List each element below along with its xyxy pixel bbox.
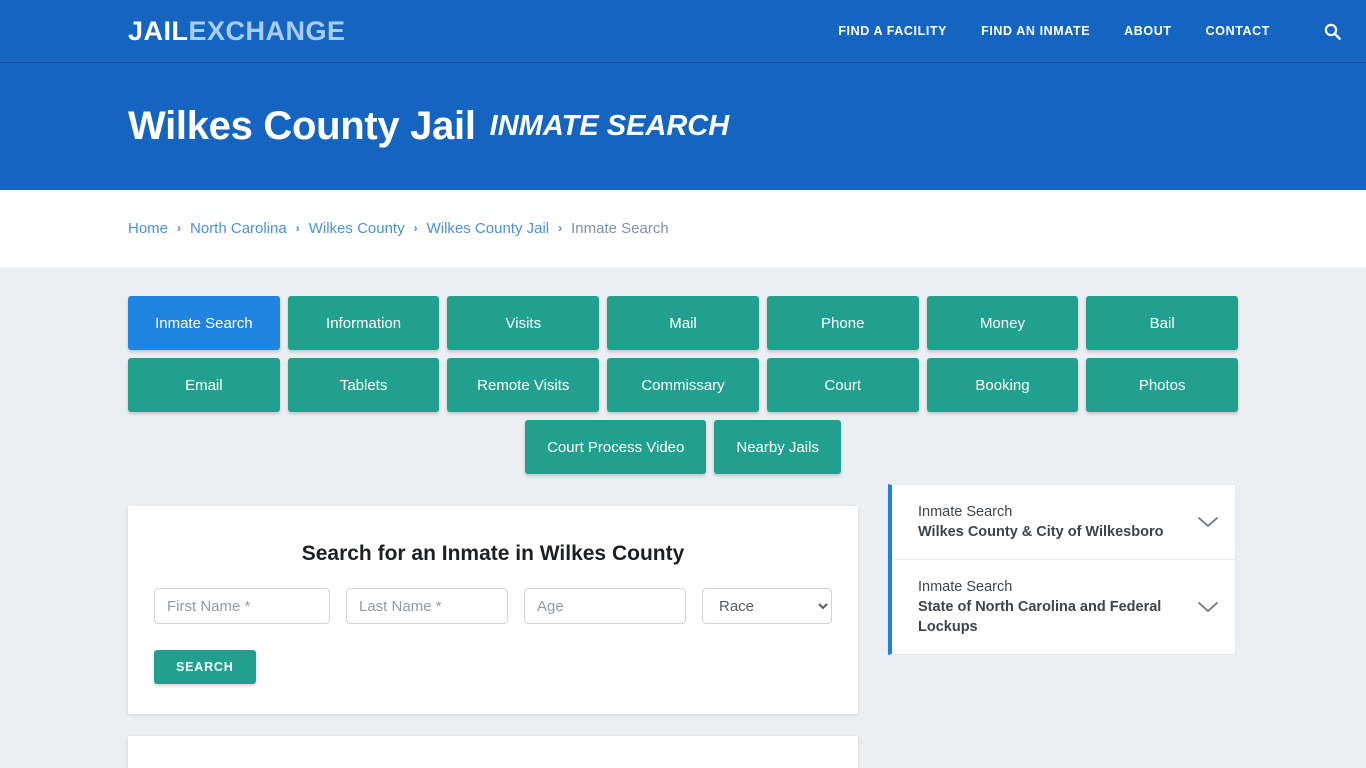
page-subtitle: INMATE SEARCH: [489, 110, 730, 142]
accordion-item-title: Inmate Search: [918, 579, 1013, 595]
tab-row-2: Email Tablets Remote Visits Commissary C…: [128, 358, 1239, 412]
breadcrumb-item-wilkes-county-jail[interactable]: Wilkes County Jail: [427, 220, 550, 237]
page-title-band: Wilkes County Jail INMATE SEARCH: [0, 63, 1366, 190]
tab-visits[interactable]: Visits: [447, 296, 600, 350]
right-column: Inmate Search Wilkes County & City of Wi…: [888, 484, 1236, 655]
breadcrumb-item-wilkes-county[interactable]: Wilkes County: [309, 220, 405, 237]
accordion-item-title: Inmate Search: [918, 504, 1013, 520]
tab-email[interactable]: Email: [128, 358, 280, 412]
tab-row-3: Court Process Video Nearby Jails: [128, 420, 1238, 474]
inmate-search-accordion: Inmate Search Wilkes County & City of Wi…: [888, 484, 1236, 655]
nav-item-find-an-inmate[interactable]: FIND AN INMATE: [981, 24, 1090, 38]
secondary-content-card: [128, 736, 858, 768]
nav-item-contact[interactable]: CONTACT: [1206, 24, 1270, 38]
tab-commissary[interactable]: Commissary: [607, 358, 759, 412]
first-name-input[interactable]: [154, 588, 330, 624]
chevron-down-icon[interactable]: [1197, 515, 1219, 529]
tab-tablets[interactable]: Tablets: [287, 358, 440, 412]
breadcrumb-item-inmate-search: Inmate Search: [571, 220, 669, 237]
tab-photos[interactable]: Photos: [1086, 358, 1239, 412]
breadcrumb-item-home[interactable]: Home: [128, 220, 168, 237]
breadcrumb-item-north-carolina[interactable]: North Carolina: [190, 220, 287, 237]
breadcrumb-band: Home › North Carolina › Wilkes County › …: [0, 190, 1366, 267]
tab-court-process-video[interactable]: Court Process Video: [525, 420, 707, 474]
accordion-item-subtitle: Wilkes County & City of Wilkesboro: [918, 524, 1164, 540]
tab-remote-visits[interactable]: Remote Visits: [447, 358, 600, 412]
page-title: Wilkes County Jail: [128, 104, 476, 148]
tab-phone[interactable]: Phone: [766, 296, 919, 350]
breadcrumb-separator-icon: ›: [413, 220, 418, 235]
accordion-item-text: Inmate Search State of North Carolina an…: [918, 577, 1185, 637]
inmate-search-form: Race: [154, 588, 832, 624]
tab-booking[interactable]: Booking: [926, 358, 1079, 412]
top-navigation-bar: JAILEXCHANGE FIND A FACILITY FIND AN INM…: [0, 0, 1366, 63]
breadcrumb-separator-icon: ›: [177, 220, 182, 235]
tab-bail[interactable]: Bail: [1086, 296, 1239, 350]
tab-information[interactable]: Information: [287, 296, 440, 350]
facility-tab-nav: Inmate Search Information Visits Mail Ph…: [128, 267, 1239, 474]
tab-mail[interactable]: Mail: [607, 296, 759, 350]
last-name-input[interactable]: [346, 588, 508, 624]
logo-text-jail: JAIL: [128, 15, 189, 46]
accordion-item-text: Inmate Search Wilkes County & City of Wi…: [918, 502, 1185, 542]
logo-text-exchange: EXCHANGE: [188, 15, 346, 46]
chevron-down-icon[interactable]: [1197, 600, 1219, 614]
breadcrumb: Home › North Carolina › Wilkes County › …: [128, 220, 669, 237]
inmate-search-card: Search for an Inmate in Wilkes County Ra…: [128, 506, 858, 714]
left-column: Search for an Inmate in Wilkes County Ra…: [128, 506, 858, 768]
age-input[interactable]: [524, 588, 686, 624]
main-nav: FIND A FACILITY FIND AN INMATE ABOUT CON…: [838, 23, 1341, 40]
tab-row-1: Inmate Search Information Visits Mail Ph…: [128, 296, 1239, 350]
tab-inmate-search[interactable]: Inmate Search: [128, 296, 280, 350]
nav-item-about[interactable]: ABOUT: [1124, 24, 1171, 38]
search-icon[interactable]: [1324, 23, 1341, 40]
tab-money[interactable]: Money: [926, 296, 1079, 350]
search-button[interactable]: SEARCH: [154, 650, 256, 684]
breadcrumb-separator-icon: ›: [558, 220, 563, 235]
accordion-item-subtitle: State of North Carolina and Federal Lock…: [918, 599, 1162, 635]
nav-item-find-a-facility[interactable]: FIND A FACILITY: [838, 24, 947, 38]
accordion-item-state-federal[interactable]: Inmate Search State of North Carolina an…: [892, 560, 1235, 654]
accordion-item-wilkes-county[interactable]: Inmate Search Wilkes County & City of Wi…: [892, 485, 1235, 560]
tab-nearby-jails[interactable]: Nearby Jails: [714, 420, 841, 474]
site-logo[interactable]: JAILEXCHANGE: [128, 16, 346, 47]
page-body: Inmate Search Information Visits Mail Ph…: [0, 267, 1366, 768]
inmate-search-heading: Search for an Inmate in Wilkes County: [301, 542, 685, 565]
breadcrumb-separator-icon: ›: [295, 220, 300, 235]
race-select[interactable]: Race: [702, 588, 832, 624]
tab-court[interactable]: Court: [766, 358, 919, 412]
main-content: Search for an Inmate in Wilkes County Ra…: [128, 474, 1238, 768]
